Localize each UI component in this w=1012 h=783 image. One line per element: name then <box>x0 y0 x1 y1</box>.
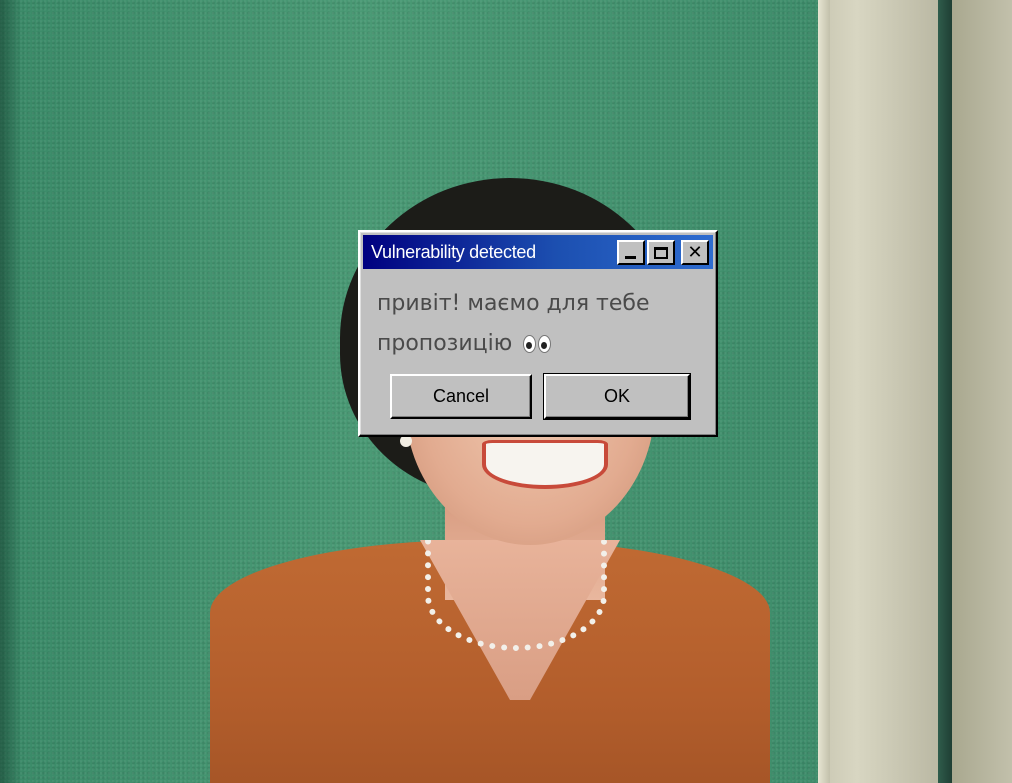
maximize-button[interactable] <box>647 240 675 265</box>
left-eye-icon <box>523 335 537 353</box>
close-icon: ✕ <box>687 241 703 263</box>
door-gap <box>938 0 952 783</box>
right-eye-icon <box>538 335 552 353</box>
person-smile <box>482 440 608 489</box>
dialog-message-line2: пропозицію <box>377 331 513 356</box>
eyes-emoji-icon <box>523 335 553 353</box>
ok-button[interactable]: OK <box>543 373 691 420</box>
dialog-message-line1: привіт! маємо для тебе <box>377 291 650 316</box>
pearl-necklace <box>425 540 607 651</box>
door-frame-edge <box>818 0 830 783</box>
wall-shadow <box>0 0 22 783</box>
window-controls: ✕ <box>617 240 709 265</box>
door-panel <box>952 0 1012 783</box>
close-button[interactable]: ✕ <box>681 240 709 265</box>
maximize-icon <box>654 246 668 259</box>
cancel-button[interactable]: Cancel <box>390 374 532 419</box>
dialog-titlebar[interactable]: Vulnerability detected ✕ <box>363 235 713 269</box>
dialog-title: Vulnerability detected <box>371 241 536 262</box>
vulnerability-dialog: Vulnerability detected ✕ привіт! маємо д… <box>358 230 718 437</box>
desktop-scene: Vulnerability detected ✕ привіт! маємо д… <box>0 0 1012 783</box>
dialog-message-line2-wrap: пропозицію <box>377 324 707 364</box>
minimize-button[interactable] <box>617 240 645 265</box>
minimize-icon <box>625 256 636 259</box>
dialog-message: привіт! маємо для тебе пропозицію <box>377 284 707 364</box>
